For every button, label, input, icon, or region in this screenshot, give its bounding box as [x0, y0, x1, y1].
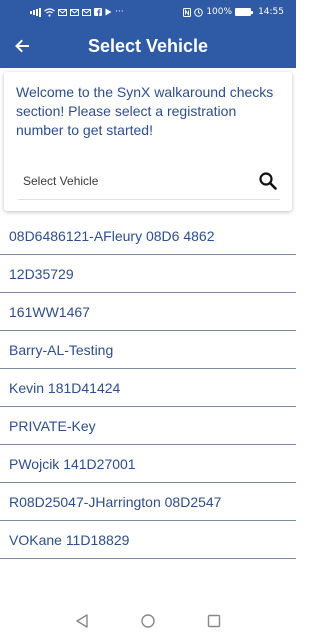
nav-home-button[interactable] [138, 611, 158, 631]
recents-square-icon [207, 614, 221, 628]
mail-icon [58, 8, 67, 16]
vehicle-list-item[interactable]: R08D25047-JHarrington 08D2547 [0, 483, 296, 521]
vehicle-list-item[interactable]: PRIVATE-Key [0, 407, 296, 445]
nav-back-button[interactable] [72, 611, 92, 631]
nfc-icon [183, 7, 192, 17]
vehicle-list-item[interactable]: 12D35729 [0, 255, 296, 293]
alarm-icon [194, 7, 204, 17]
wifi-icon [44, 7, 55, 17]
search-button[interactable] [258, 171, 278, 191]
play-icon [105, 8, 112, 16]
vehicle-list-item[interactable]: 161WW1467 [0, 293, 296, 331]
welcome-card: Welcome to the SynX walkaround checks se… [4, 72, 292, 211]
status-right-icons: 100% 14:55 [183, 6, 284, 17]
status-bar: ··· 100% 14:55 [0, 0, 296, 24]
welcome-text: Welcome to the SynX walkaround checks se… [16, 84, 274, 138]
page-title: Select Vehicle [87, 36, 209, 56]
vehicle-list-item[interactable]: Barry-AL-Testing [0, 331, 296, 369]
vehicle-list-item[interactable]: PWojcik 141D27001 [0, 445, 296, 483]
home-circle-icon [141, 614, 155, 628]
vehicle-list-item[interactable]: VOKane 11D18829 [0, 521, 296, 559]
back-triangle-icon [76, 614, 88, 628]
vehicle-list: 08D6486121-AFleury 08D6 4862 12D35729 16… [0, 217, 296, 559]
signal-icon [30, 7, 41, 17]
facebook-icon [94, 8, 102, 16]
status-time: 14:55 [258, 6, 284, 17]
more-icon: ··· [115, 6, 124, 17]
nav-recents-button[interactable] [204, 611, 224, 631]
battery-icon [235, 8, 254, 16]
vehicle-search-input[interactable] [18, 164, 248, 198]
mail-icon [82, 8, 91, 16]
search-icon [259, 172, 277, 190]
vehicle-search [18, 164, 280, 200]
status-left-icons: ··· [30, 6, 124, 17]
battery-percent: 100% [206, 6, 233, 17]
vehicle-list-item[interactable]: 08D6486121-AFleury 08D6 4862 [0, 217, 296, 255]
battery-level [236, 9, 251, 15]
system-navigation-bar [0, 601, 296, 641]
mail-icon [70, 8, 79, 16]
app-bar: Select Vehicle [0, 24, 296, 68]
vehicle-list-item[interactable]: Kevin 181D41424 [0, 369, 296, 407]
